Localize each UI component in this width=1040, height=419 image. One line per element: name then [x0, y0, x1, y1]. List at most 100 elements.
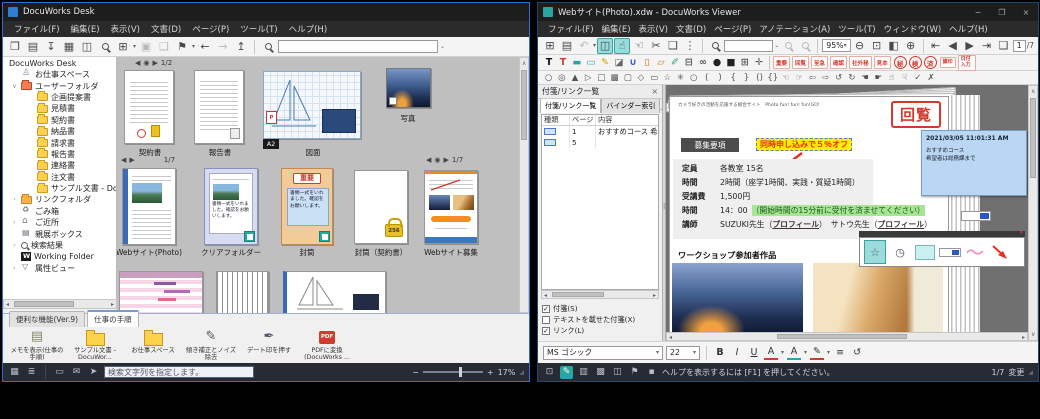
annotation-tool-icon[interactable]: ▬	[570, 56, 584, 70]
pager-stack-icon[interactable]: ◉	[143, 59, 149, 67]
tree-item[interactable]: ごみ箱	[3, 205, 116, 217]
desk-vscrollbar[interactable]: ∧	[519, 57, 529, 313]
font-family-combobox[interactable]: MS ゴシック ▾	[543, 345, 663, 360]
zoom-slider[interactable]	[422, 367, 483, 377]
tree-item[interactable]: › リンクフォルダ	[3, 193, 116, 205]
expander-icon[interactable]: ∨	[11, 83, 18, 90]
thumb-pager-recruit[interactable]: ◀ ◉ ▶ 1/7	[426, 156, 463, 164]
annotation-tool-icon[interactable]: ■	[724, 56, 738, 70]
viewer-menu-item[interactable]: ファイル(F)	[544, 22, 598, 36]
pages-icon[interactable]: ⊞	[542, 38, 558, 54]
pager-right-icon[interactable]: ▶	[153, 59, 158, 67]
desk-menu-item[interactable]: 編集(E)	[66, 22, 105, 36]
shape-tool-icon[interactable]: ↻	[845, 73, 858, 83]
annotation-tool-icon[interactable]: ∞	[696, 56, 710, 70]
last-page-icon[interactable]: ⇥	[979, 38, 995, 54]
viewer-vscrollbar[interactable]: ∧ ∨	[1028, 85, 1038, 341]
zoom-combobox[interactable]: 95% ▾	[822, 39, 851, 52]
shape-tool-icon[interactable]: ◎	[555, 73, 568, 83]
page-tool-icon[interactable]: ❑	[665, 38, 681, 54]
shape-tool-icon[interactable]: ⇨	[819, 73, 832, 83]
pen-color-button[interactable]: ✎	[810, 345, 825, 360]
annotation-tool-icon[interactable]: ⊞	[738, 56, 752, 70]
annotation-tool-icon[interactable]: ✛	[752, 56, 766, 70]
annotation-tool-icon[interactable]: ✐	[668, 56, 682, 70]
line-style-button[interactable]: ≡	[833, 345, 847, 360]
tree-hscrollbar[interactable]: ◂ ▸	[3, 299, 117, 309]
link-tool-icon[interactable]: ⚑	[174, 39, 190, 55]
shape-tool-icon[interactable]: }	[740, 73, 753, 83]
tree-item[interactable]: Working Folder	[3, 251, 116, 262]
zoom-in-icon[interactable]: ⊕	[903, 38, 919, 54]
search-dropdown-icon[interactable]: ⌄	[440, 43, 445, 50]
shape-tool-icon[interactable]: ☜	[779, 73, 792, 83]
zoom-slider-handle[interactable]	[458, 367, 462, 377]
circulation-stamp[interactable]: 回覧	[891, 101, 941, 128]
annotation-tool-icon[interactable]: ▯	[640, 56, 654, 70]
panel-close-icon[interactable]: ×	[651, 87, 658, 96]
panel-hscrollbar[interactable]: ◂ ▸	[541, 290, 659, 299]
annotation-tool-icon[interactable]: ●	[710, 56, 724, 70]
infoview-icon[interactable]: ◫	[79, 39, 95, 55]
tab-binder-index[interactable]: バインダー索引	[601, 99, 661, 113]
search-dropdown-icon[interactable]: ⌄	[774, 42, 779, 49]
tree-item[interactable]: お仕事スペース	[3, 68, 116, 80]
maximize-button[interactable]: ❐	[995, 8, 1009, 17]
tree-root[interactable]: DocuWorks Desk	[3, 57, 116, 69]
arrow-tool-icon[interactable]	[989, 240, 1011, 264]
filter-checkbox-row[interactable]: ✓ 付箋(S)	[542, 303, 662, 314]
desk-menu-item[interactable]: ページ(P)	[187, 22, 234, 36]
shape-tool-icon[interactable]: ▲	[568, 73, 581, 83]
profile-link[interactable]: プロフィール	[772, 219, 819, 230]
prev-page-icon[interactable]: ◀	[945, 38, 961, 54]
search-icon[interactable]	[97, 39, 113, 55]
doc-thumb-envelope-contract[interactable]: 256	[354, 170, 408, 244]
thumbnail-view-icon[interactable]: ▦	[8, 366, 21, 379]
import-icon[interactable]: ↧	[43, 39, 59, 55]
shape-tool-icon[interactable]: ✳	[674, 73, 687, 83]
list-view-icon[interactable]: ≣	[25, 366, 38, 379]
fit-page-icon[interactable]: ⊡	[869, 38, 885, 54]
desk-menu-item[interactable]: ヘルプ(H)	[284, 22, 333, 36]
status-search-input[interactable]: 検索文字列を指定します。	[104, 366, 254, 378]
desk-menu-item[interactable]: 表示(V)	[106, 22, 145, 36]
stamp-button[interactable]: 回覧	[792, 56, 810, 69]
shape-tool-icon[interactable]: □	[595, 73, 608, 83]
tree-item[interactable]: 契約書	[3, 114, 116, 126]
search-prev-icon[interactable]	[780, 38, 796, 54]
bold-button[interactable]: B	[713, 345, 727, 360]
doc-thumb-contract[interactable]	[124, 70, 174, 144]
star-tool-icon[interactable]: ☆	[864, 240, 886, 264]
thumb-pager-website[interactable]: ◀ ▶ 1/7	[121, 156, 175, 164]
resize-grip-icon[interactable]: ◢	[519, 369, 524, 376]
doc-thumb-report[interactable]	[194, 70, 244, 144]
expander-icon[interactable]: ›	[11, 196, 18, 203]
shape-tool-icon[interactable]: (	[700, 73, 713, 83]
pager-left-icon[interactable]: ◀	[426, 156, 431, 164]
stamp-button[interactable]: 至急	[811, 56, 829, 69]
annotation-tool-icon[interactable]: ▱	[654, 56, 668, 70]
viewer-menu-item[interactable]: ウィンドウ(W)	[880, 22, 946, 36]
checkbox[interactable]: ✓	[542, 326, 550, 335]
thumb-pager-contract[interactable]: ◀ ◉ ▶ 1/2	[135, 59, 172, 67]
zoom-out-label[interactable]: −	[412, 368, 419, 377]
history-button[interactable]: ↺	[850, 345, 864, 360]
round-stamp-button[interactable]: 検	[908, 56, 922, 69]
shape-tool-icon[interactable]: ☞	[793, 73, 806, 83]
annotation-tool-icon[interactable]: T	[556, 56, 570, 70]
fullscreen-icon[interactable]: ⊡	[543, 366, 556, 379]
tree-item[interactable]: 連絡書	[3, 159, 116, 171]
pager-stack-icon[interactable]: ◉	[434, 156, 440, 164]
stamp-icon[interactable]: ▣	[138, 39, 154, 55]
action-item[interactable]: PDFに変換(DocuWorks ...	[299, 329, 355, 361]
send-icon[interactable]: ➤	[87, 366, 100, 379]
shape-tool-icon[interactable]: ↺	[832, 73, 845, 83]
pager-right-icon[interactable]: ▶	[129, 156, 134, 164]
desk-menu-item[interactable]: ファイル(F)	[9, 22, 65, 36]
shape-tool-icon[interactable]: ☆	[661, 73, 674, 83]
zoom-in-label[interactable]: +	[487, 368, 494, 377]
desk-menu-item[interactable]: ツール(T)	[235, 22, 282, 36]
print-icon[interactable]: ▤	[25, 39, 41, 55]
pager-left-icon[interactable]: ◀	[121, 156, 126, 164]
minimize-button[interactable]: −	[971, 8, 985, 17]
